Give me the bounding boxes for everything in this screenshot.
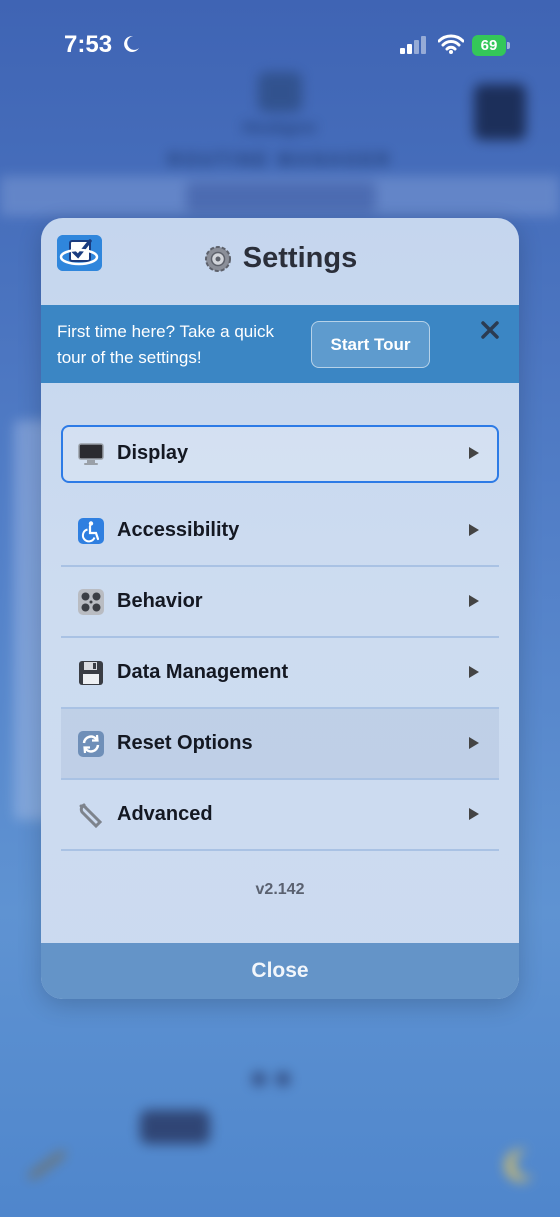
menu-item-label: Behavior [117,590,203,612]
background-button [140,1110,210,1144]
status-bar: 7:53 69 [0,0,560,90]
settings-modal: Settings First time here? Take a quick t… [41,218,519,999]
settings-menu: Display Accessibility Behavior Data Mana… [61,425,499,851]
background-subtitle: ROUTINE MANAGER [168,150,392,170]
menu-item-label: Reset Options [117,732,253,754]
chevron-right-icon [469,524,479,536]
modal-title: Settings [242,242,358,274]
wheelchair-icon [78,518,104,544]
gear-icon [204,245,231,272]
modal-title-group: Settings [41,242,519,275]
tour-banner: First time here? Take a quick tour of th… [41,305,519,383]
chevron-right-icon [469,808,479,820]
do-not-disturb-moon-icon [124,35,139,52]
background-menu-button [474,84,526,140]
menu-item-behavior[interactable]: Behavior [61,567,499,638]
floppy-disk-icon [78,660,104,686]
menu-item-reset-options[interactable]: Reset Options [61,709,499,780]
refresh-icon [78,731,104,757]
menu-item-accessibility[interactable]: Accessibility [61,496,499,567]
dismiss-banner-icon[interactable] [478,318,502,342]
moon-icon [505,1149,534,1182]
menu-item-label: Advanced [117,803,213,825]
menu-item-label: Data Management [117,661,289,683]
chevron-right-icon [469,666,479,678]
pencil-icon [29,1151,65,1179]
battery-tip [507,42,510,49]
menu-item-advanced[interactable]: Advanced [61,780,499,851]
menu-item-label: Display [117,442,189,464]
menu-item-display[interactable]: Display [61,425,499,483]
wifi-icon [438,34,464,54]
controls-icon [78,589,104,615]
battery-level: 69 [472,35,506,56]
cellular-signal-icon [400,36,426,54]
chevron-right-icon [469,447,479,459]
close-button[interactable]: Close [41,943,519,999]
wrench-icon [78,802,104,828]
monitor-icon [78,441,104,467]
status-time: 7:53 [64,31,113,58]
version-label: v2.142 [255,881,305,898]
battery-indicator: 69 [472,35,510,56]
menu-item-data-management[interactable]: Data Management [61,638,499,709]
menu-item-label: Accessibility [117,519,240,541]
modal-header: Settings [41,218,519,305]
chevron-right-icon [469,737,479,749]
start-tour-button[interactable]: Start Tour [311,321,430,368]
background-dropdown [186,182,376,212]
background-pager [252,1072,312,1090]
tour-banner-text: First time here? Take a quick tour of th… [57,322,274,367]
chevron-right-icon [469,595,479,607]
